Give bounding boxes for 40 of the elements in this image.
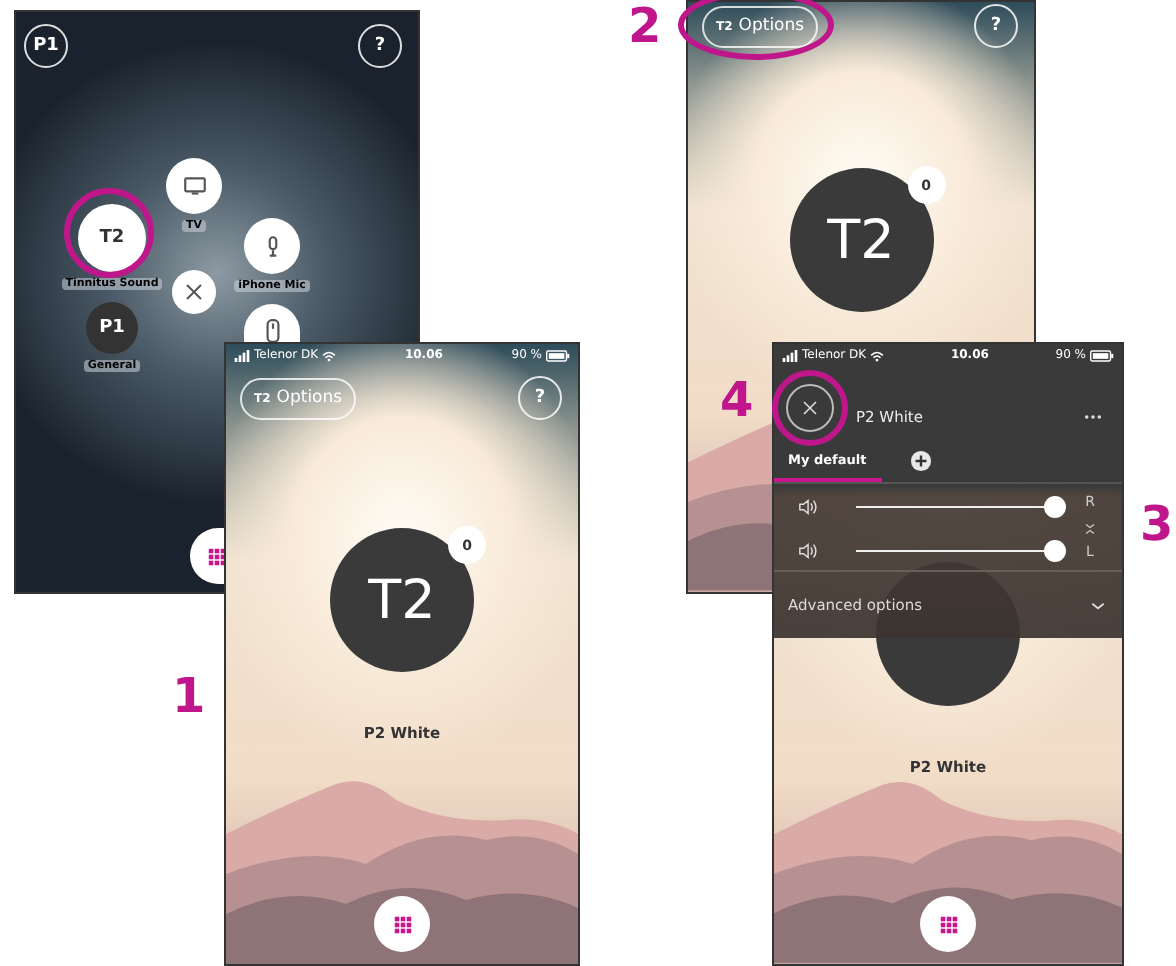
close-icon [182, 280, 206, 304]
grid-icon [937, 913, 959, 935]
step-number: 3 [1140, 498, 1174, 550]
help-button[interactable]: ? [974, 4, 1018, 48]
help-button[interactable]: ? [518, 376, 562, 420]
signal-icon [782, 349, 798, 361]
program-option[interactable]: P1 [86, 302, 138, 354]
volume-slider[interactable] [856, 495, 1062, 517]
close-button[interactable] [172, 270, 216, 314]
plus-icon [910, 450, 933, 472]
close-button[interactable] [786, 384, 834, 432]
battery-icon [1090, 349, 1114, 361]
step-number: 4 [720, 374, 754, 426]
slider-thumb[interactable] [1043, 495, 1066, 517]
remote-option[interactable] [244, 304, 300, 344]
close-icon [798, 396, 822, 420]
wifi-icon [870, 349, 885, 361]
volume-slider[interactable] [856, 539, 1062, 561]
more-icon [1084, 411, 1102, 421]
tv-icon [181, 173, 207, 199]
profile-button[interactable]: P1 [24, 24, 68, 68]
wifi-icon [322, 349, 337, 361]
step-number: 1 [172, 670, 206, 722]
help-button[interactable]: ? [358, 24, 402, 68]
grid-icon [391, 913, 413, 935]
program-option[interactable]: T2 [78, 204, 146, 272]
tv-option[interactable] [166, 158, 222, 214]
microphone-option[interactable] [244, 218, 300, 274]
speaker-icon [798, 539, 820, 561]
highlight-ring [772, 370, 848, 446]
link-chevrons-icon [1084, 521, 1096, 535]
programs-button[interactable] [190, 528, 226, 584]
battery-icon [546, 349, 570, 361]
add-tab-button[interactable] [910, 450, 933, 472]
step-number: 2 [628, 0, 662, 52]
speaker-icon [798, 495, 820, 517]
highlight-ring [64, 188, 154, 278]
chevron-down-icon [1090, 599, 1106, 611]
signal-icon [234, 349, 250, 361]
slider-thumb[interactable] [1043, 539, 1066, 561]
